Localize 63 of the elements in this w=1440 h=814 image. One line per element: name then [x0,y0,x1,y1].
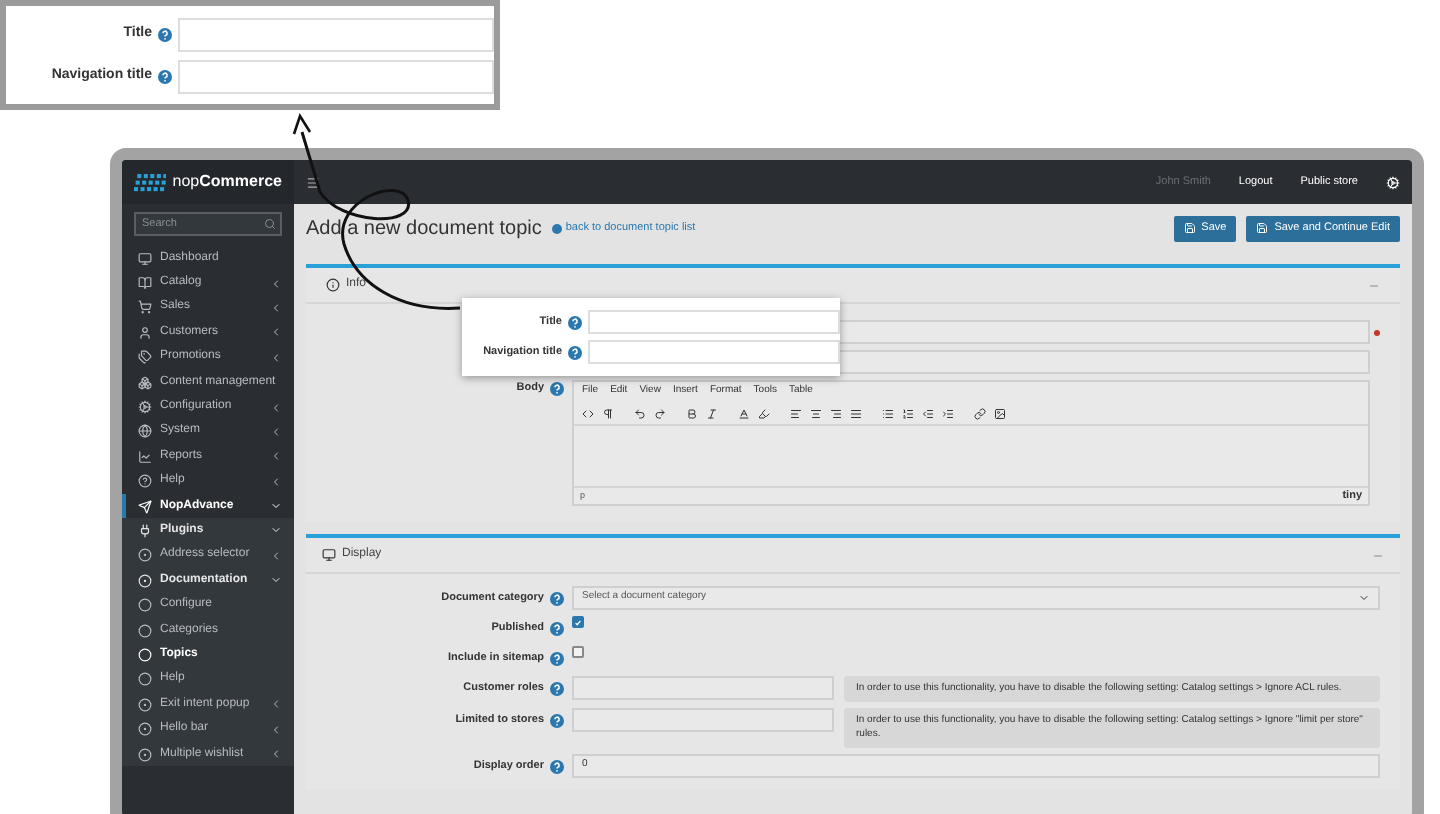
toolbar-icon[interactable] [902,407,914,419]
toolbar-icon[interactable] [942,407,954,419]
toolbar-icon[interactable] [974,407,986,419]
help-icon[interactable] [158,69,172,83]
required-icon [1374,329,1380,335]
help-icon[interactable] [550,681,564,695]
help-icon[interactable] [550,759,564,773]
menu-item-icon [138,474,152,489]
checkbox[interactable] [572,646,584,658]
menu-item-icon [138,251,152,266]
logo-text: nopCommerce [172,170,282,194]
menu-item-icon [138,276,152,291]
info-icon [326,278,340,292]
input-field[interactable] [588,310,840,334]
menu-item-icon [138,424,152,439]
search-icon [264,218,276,230]
toolbar-icon[interactable] [602,407,614,419]
monitor-icon [322,548,336,562]
menu-item-icon [138,375,152,390]
help-icon[interactable] [550,651,564,665]
menu-item-icon [138,300,152,315]
save-icon [1183,222,1196,234]
toolbar-icon[interactable] [582,407,594,419]
toolbar-icon[interactable] [790,407,802,419]
input-field[interactable] [572,676,834,700]
toolbar-icon[interactable] [738,407,750,419]
toolbar-icon[interactable] [654,407,666,419]
chevron-down-icon [270,574,282,587]
settings-icon[interactable] [1386,175,1400,189]
input-field[interactable] [178,59,494,93]
menu-item-icon [138,325,152,340]
help-icon[interactable] [550,591,564,605]
input-field[interactable] [178,17,494,51]
caret-icon [1358,592,1370,604]
input-field[interactable] [572,708,834,732]
toolbar-icon[interactable] [830,407,842,419]
input-field[interactable] [588,340,840,364]
help-icon[interactable] [550,621,564,635]
menu-item-icon [138,499,152,514]
logo-icon [134,171,167,193]
menu-item-icon [138,449,152,464]
help-icon[interactable] [158,27,172,41]
toolbar-icon[interactable] [634,407,646,419]
toolbar-icon[interactable] [810,407,822,419]
chevron-left-icon [270,549,282,562]
toolbar-icon[interactable] [706,407,718,419]
menu-item-icon [138,350,152,365]
help-icon[interactable] [550,713,564,727]
help-icon[interactable] [550,381,564,396]
save-icon [1256,222,1269,234]
checkbox[interactable] [572,616,584,628]
help-icon[interactable] [568,345,582,359]
toolbar-icon[interactable] [686,407,698,419]
toolbar-icon[interactable] [994,407,1006,419]
toolbar-icon[interactable] [850,407,862,419]
toolbar-icon[interactable] [758,407,770,419]
toolbar-icon[interactable] [922,407,934,419]
menu-item-icon [138,523,152,538]
menu-icon[interactable] [306,175,320,189]
help-icon[interactable] [568,315,582,329]
page-title: Add a new document topic [306,215,542,243]
toolbar-icon[interactable] [882,407,894,419]
menu-item-icon [138,400,152,415]
